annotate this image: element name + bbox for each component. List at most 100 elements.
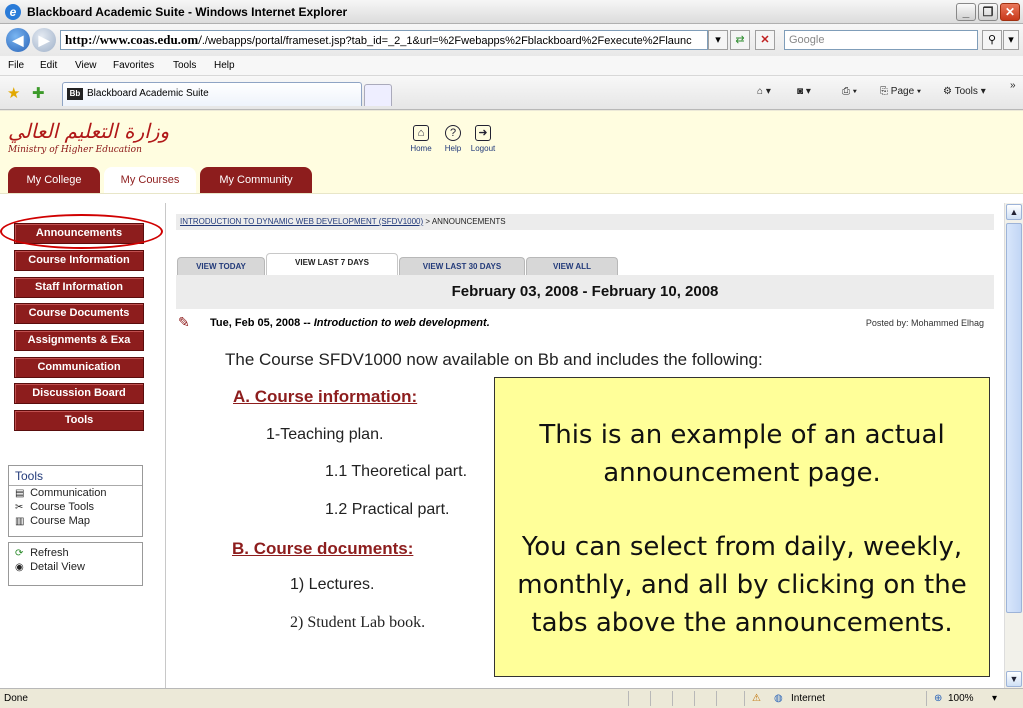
zoom-icon[interactable]: ⊕ [934,693,942,704]
menu-course-information[interactable]: Course Information [14,250,144,271]
section-course-information: A. Course information: [233,387,418,406]
item-student-lab-book: 2) Student Lab book. [290,614,426,631]
zoom-level[interactable]: 100% [948,693,974,704]
announcement-date: Tue, Feb 05, 2008 [210,317,301,329]
ministry-logo[interactable]: وزارة التعليم العالي Ministry of Higher … [8,119,240,159]
menu-staff-information[interactable]: Staff Information [14,277,144,298]
url-path: ./webapps/portal/frameset.jsp?tab_id=_2_… [201,35,692,47]
help-icon: ? [445,125,461,141]
add-favorites-icon[interactable]: ✚ [32,84,45,102]
scroll-down-icon[interactable]: ▼ [1006,671,1022,687]
announcement-intro: The Course SFDV1000 now available on Bb … [225,350,763,369]
blackboard-favicon-icon: Bb [67,88,83,100]
refresh-link[interactable]: ⟳ Refresh [9,546,142,560]
menu-tools[interactable]: Tools [14,410,144,431]
search-icon[interactable]: ⚲ [982,30,1002,50]
menu-view[interactable]: View [75,60,97,71]
minimize-button[interactable]: _ [956,3,976,21]
logout-link-label: Logout [470,144,496,153]
new-tab-button[interactable] [364,84,392,106]
home-link[interactable]: ⌂ Home [403,125,439,153]
detail-view-link[interactable]: ◉ Detail View [9,560,142,574]
zoom-dropdown-icon[interactable]: ▾ [992,693,997,704]
logout-link[interactable]: ➜ Logout [465,125,501,153]
print-icon[interactable]: ⎙ ▾ [842,86,857,97]
menu-bar: File Edit View Favorites Tools Help [0,56,1023,76]
back-button[interactable]: ◀ [6,28,30,52]
page-menu-button[interactable]: ⎘ Page ▾ [880,86,921,97]
address-dropdown-button[interactable]: ▾ [708,30,728,50]
tools-communication-label: Communication [30,487,107,499]
menu-course-documents[interactable]: Course Documents [14,303,144,324]
menu-file[interactable]: File [8,60,24,71]
menu-help[interactable]: Help [214,60,235,71]
address-input[interactable]: http://www.coas.edu.om/./webapps/portal/… [60,30,708,50]
favorites-star-icon[interactable]: ★ [7,84,20,102]
detail-view-icon: ◉ [15,562,24,573]
vertical-scrollbar[interactable]: ▲ ▼ [1004,203,1023,688]
tab-my-college[interactable]: My College [8,167,100,193]
scrollbar-thumb[interactable] [1006,223,1022,613]
refresh-icon: ⟳ [15,548,24,559]
course-menu-panel [0,203,166,688]
stop-icon[interactable]: ✕ [755,30,775,50]
chevron-more-icon[interactable]: » [1010,80,1016,91]
menu-favorites[interactable]: Favorites [113,60,154,71]
forward-button[interactable]: ▶ [32,28,56,52]
menu-discussion-board[interactable]: Discussion Board [14,383,144,404]
breadcrumb-separator: > [423,217,432,226]
menu-edit[interactable]: Edit [40,60,57,71]
tab-bar: ★ ✚ Bb Blackboard Academic Suite ⌂ ▾ ◙ ▾… [0,76,1023,110]
tools-box-heading: Tools [9,466,142,486]
menu-communication[interactable]: Communication [14,357,144,378]
tools-course-tools-link[interactable]: ✂ Course Tools [9,500,142,514]
status-text: Done [4,693,28,704]
scroll-up-icon[interactable]: ▲ [1006,204,1022,220]
item-lectures: 1) Lectures. [290,576,375,593]
maximize-button[interactable]: ❐ [978,3,998,21]
breadcrumb-current: ANNOUNCEMENTS [431,217,506,226]
tab-view-last-30-days[interactable]: VIEW LAST 30 DAYS [399,257,525,275]
tab-view-today[interactable]: VIEW TODAY [177,257,265,275]
home-link-label: Home [410,144,432,153]
tab-view-all[interactable]: VIEW ALL [526,257,618,275]
view-box: ⟳ Refresh ◉ Detail View [8,542,143,586]
browser-tab-label: Blackboard Academic Suite [87,88,209,99]
menu-tools[interactable]: Tools [173,60,196,71]
callout-line-2: You can select from daily, weekly, month… [517,532,967,638]
explanation-callout: This is an example of an actual announce… [494,377,990,677]
refresh-arrows-icon[interactable]: ⇄ [730,30,750,50]
window-title: Blackboard Academic Suite - Windows Inte… [27,5,348,19]
close-button[interactable]: ✕ [1000,3,1020,21]
security-icon[interactable]: ⚠ [752,693,761,704]
tools-communication-link[interactable]: ▤ Communication [9,486,142,500]
page-content: وزارة التعليم العالي Ministry of Higher … [0,111,1023,688]
tab-my-courses[interactable]: My Courses [104,167,196,193]
search-options-icon[interactable]: ▾ [1003,30,1019,50]
announcement-pin-icon: ✎ [178,314,190,330]
announcements-highlight-ellipse [0,214,163,249]
tools-course-tools-label: Course Tools [30,501,95,513]
internet-globe-icon: ◍ [774,693,783,704]
tab-my-community[interactable]: My Community [200,167,312,193]
menu-assignments[interactable]: Assignments & Exa [14,330,144,351]
logo-subtitle: Ministry of Higher Education [8,145,142,155]
tools-box: Tools ▤ Communication ✂ Course Tools ▥ C… [8,465,143,537]
tools-course-map-link[interactable]: ▥ Course Map [9,514,142,528]
breadcrumb-course-link[interactable]: INTRODUCTION TO DYNAMIC WEB DEVELOPMENT … [180,217,423,226]
logo-arabic-text: وزارة التعليم العالي [8,119,170,143]
communication-icon: ▤ [15,488,25,499]
browser-tab-blackboard[interactable]: Bb Blackboard Academic Suite [62,82,362,106]
tools-course-map-label: Course Map [30,515,90,527]
search-input[interactable]: Google [784,30,978,50]
home-icon: ⌂ [413,125,429,141]
window-title-bar: e Blackboard Academic Suite - Windows In… [0,0,1023,24]
announcement-dash: -- [300,317,314,329]
announcement-posted-by: Posted by: Mohammed Elhag [865,318,984,328]
url-host: http://www.coas.edu.om/ [65,32,202,47]
tools-menu-button[interactable]: ⚙ Tools ▾ [943,86,986,97]
home-toolbar-icon[interactable]: ⌂ ▾ [757,86,771,97]
feeds-icon[interactable]: ◙ ▾ [797,86,811,97]
callout-line-1: This is an example of an actual announce… [539,420,945,488]
tab-view-last-7-days[interactable]: VIEW LAST 7 DAYS [266,253,398,277]
